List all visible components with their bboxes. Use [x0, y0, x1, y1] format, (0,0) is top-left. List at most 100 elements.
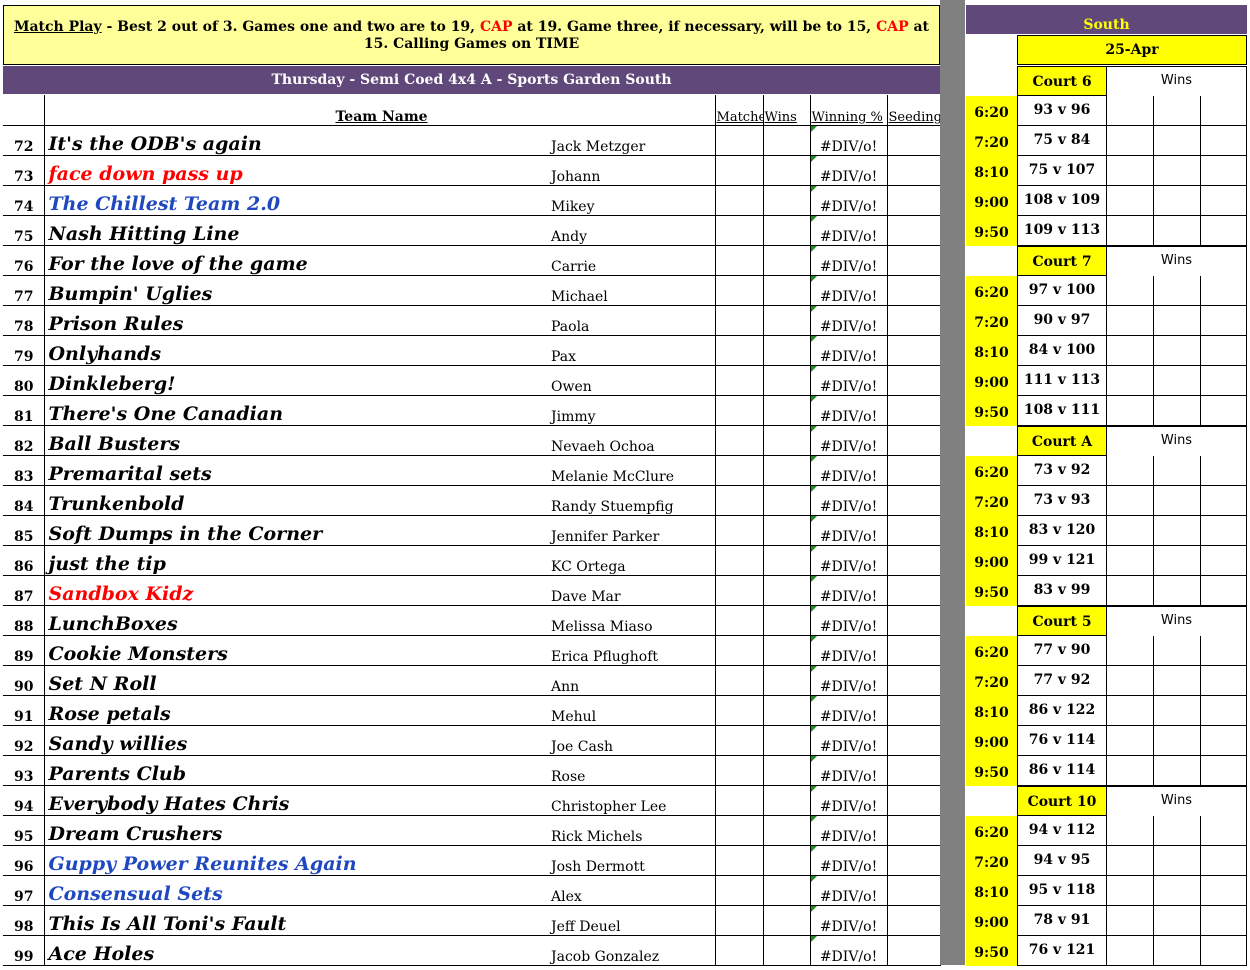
team-name[interactable]: Guppy Power Reunites Again	[44, 845, 547, 876]
winning-pct-cell[interactable]: #DIV/o!	[809, 485, 888, 516]
seeding-cell[interactable]	[886, 725, 941, 756]
seeding-cell[interactable]	[886, 935, 941, 966]
team-number[interactable]: 98	[3, 905, 45, 936]
matches-cell[interactable]	[714, 785, 764, 816]
team-number[interactable]: 78	[3, 305, 45, 336]
winning-pct-cell[interactable]: #DIV/o!	[809, 215, 888, 246]
team-number[interactable]: 88	[3, 605, 45, 636]
wins-input-cell[interactable]	[1154, 366, 1201, 396]
wins-input-cell[interactable]	[1201, 396, 1247, 426]
wins-input-cell[interactable]	[1107, 156, 1154, 186]
wins-input-cell[interactable]	[1107, 666, 1154, 696]
wins-input-cell[interactable]	[1107, 396, 1154, 426]
wins-input-cell[interactable]	[1107, 756, 1154, 786]
matches-cell[interactable]	[714, 485, 764, 516]
team-number[interactable]: 79	[3, 335, 45, 366]
team-captain[interactable]: Rick Michels	[547, 815, 716, 846]
team-captain[interactable]: Jeff Deuel	[547, 905, 716, 936]
team-captain[interactable]: Owen	[547, 365, 716, 396]
wins-input-cell[interactable]	[1154, 876, 1201, 906]
winning-pct-cell[interactable]: #DIV/o!	[809, 695, 888, 726]
team-number[interactable]: 77	[3, 275, 45, 306]
wins-input-cell[interactable]	[1201, 696, 1247, 726]
matches-header[interactable]: Matches	[714, 95, 764, 126]
seeding-cell[interactable]	[886, 125, 941, 156]
wins-input-cell[interactable]	[1154, 516, 1201, 546]
matches-cell[interactable]	[714, 305, 764, 336]
team-name[interactable]: Consensual Sets	[44, 875, 547, 906]
wins-input-cell[interactable]	[1201, 936, 1247, 966]
team-number[interactable]: 94	[3, 785, 45, 816]
wins-input-cell[interactable]	[1201, 456, 1247, 486]
matches-cell[interactable]	[714, 905, 764, 936]
seeding-cell[interactable]	[886, 545, 941, 576]
seeding-cell[interactable]	[886, 275, 941, 306]
matches-cell[interactable]	[714, 515, 764, 546]
wins-input-cell[interactable]	[1107, 486, 1154, 516]
wins-cell[interactable]	[762, 215, 811, 246]
winning-pct-cell[interactable]: #DIV/o!	[809, 815, 888, 846]
team-name[interactable]: Set N Roll	[44, 665, 547, 696]
wins-input-cell[interactable]	[1154, 126, 1201, 156]
seeding-cell[interactable]	[886, 905, 941, 936]
team-captain[interactable]: Nevaeh Ochoa	[547, 425, 716, 456]
matchup[interactable]: 73 v 93	[1017, 486, 1107, 516]
team-number[interactable]: 86	[3, 545, 45, 576]
wins-input-cell[interactable]	[1107, 366, 1154, 396]
team-number[interactable]: 75	[3, 215, 45, 246]
seeding-cell[interactable]	[886, 665, 941, 696]
matches-cell[interactable]	[714, 335, 764, 366]
team-captain[interactable]: Jack Metzger	[547, 125, 716, 156]
seeding-cell[interactable]	[886, 875, 941, 906]
wins-input-cell[interactable]	[1154, 456, 1201, 486]
team-number[interactable]: 76	[3, 245, 45, 276]
team-number[interactable]: 72	[3, 125, 45, 156]
team-captain[interactable]: Pax	[547, 335, 716, 366]
wins-input-cell[interactable]	[1154, 96, 1201, 126]
winning-pct-cell[interactable]: #DIV/o!	[809, 575, 888, 606]
wins-input-cell[interactable]	[1107, 846, 1154, 876]
wins-input-cell[interactable]	[1201, 96, 1247, 126]
winning-pct-cell[interactable]: #DIV/o!	[809, 515, 888, 546]
winning-pct-cell[interactable]: #DIV/o!	[809, 785, 888, 816]
wins-cell[interactable]	[762, 275, 811, 306]
matches-cell[interactable]	[714, 245, 764, 276]
matchup[interactable]: 94 v 112	[1017, 816, 1107, 846]
wins-cell[interactable]	[762, 125, 811, 156]
wins-input-cell[interactable]	[1107, 126, 1154, 156]
wins-input-cell[interactable]	[1201, 546, 1247, 576]
matches-cell[interactable]	[714, 275, 764, 306]
team-captain[interactable]: Jimmy	[547, 395, 716, 426]
winning-pct-cell[interactable]: #DIV/o!	[809, 125, 888, 156]
winning-pct-cell[interactable]: #DIV/o!	[809, 755, 888, 786]
team-number[interactable]: 97	[3, 875, 45, 906]
wins-input-cell[interactable]	[1154, 666, 1201, 696]
team-captain[interactable]: Randy Stuempfig	[547, 485, 716, 516]
team-name[interactable]: LunchBoxes	[44, 605, 547, 636]
team-captain[interactable]: Johann	[547, 155, 716, 186]
wins-input-cell[interactable]	[1154, 816, 1201, 846]
seeding-cell[interactable]	[886, 485, 941, 516]
wins-cell[interactable]	[762, 845, 811, 876]
team-number[interactable]: 99	[3, 935, 45, 966]
team-captain[interactable]: Mikey	[547, 185, 716, 216]
winning-pct-cell[interactable]: #DIV/o!	[809, 875, 888, 906]
wins-input-cell[interactable]	[1154, 396, 1201, 426]
wins-input-cell[interactable]	[1201, 366, 1247, 396]
wins-input-cell[interactable]	[1201, 516, 1247, 546]
matches-cell[interactable]	[714, 455, 764, 486]
winning-pct-cell[interactable]: #DIV/o!	[809, 395, 888, 426]
team-name[interactable]: Dream Crushers	[44, 815, 547, 846]
wins-cell[interactable]	[762, 245, 811, 276]
wins-cell[interactable]	[762, 935, 811, 966]
team-name[interactable]: Ace Holes	[44, 935, 547, 966]
team-captain[interactable]: Christopher Lee	[547, 785, 716, 816]
wins-input-cell[interactable]	[1154, 306, 1201, 336]
wins-input-cell[interactable]	[1201, 876, 1247, 906]
wins-cell[interactable]	[762, 395, 811, 426]
seeding-cell[interactable]	[886, 575, 941, 606]
wins-cell[interactable]	[762, 455, 811, 486]
wins-input-cell[interactable]	[1107, 906, 1154, 936]
seeding-cell[interactable]	[886, 395, 941, 426]
matchup[interactable]: 95 v 118	[1017, 876, 1107, 906]
